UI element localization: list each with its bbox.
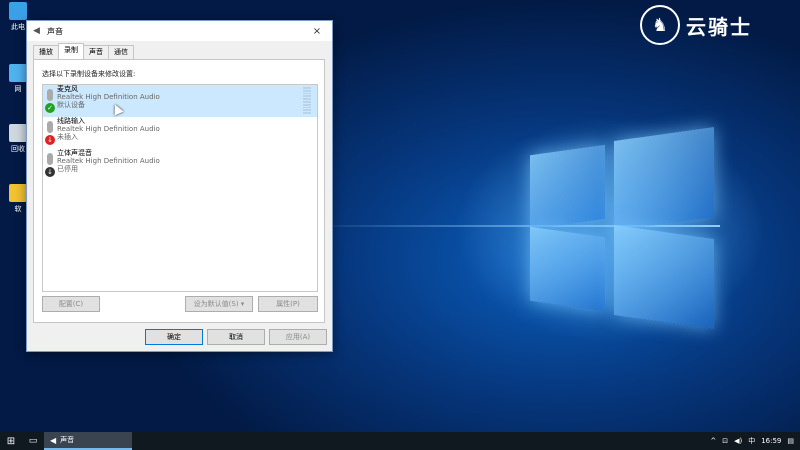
logo-pane-bottom-right (614, 224, 714, 330)
recycle-bin-icon (9, 124, 27, 142)
taskbar-item-label: 声音 (60, 436, 75, 444)
set-default-button[interactable]: 设为默认值(S) ▾ (185, 296, 253, 312)
volume-icon[interactable]: ◀) (734, 437, 742, 445)
device-item-line-in[interactable]: ↓ 线路输入 Realtek High Definition Audio 未插入 (43, 117, 317, 149)
arrow-down-black-icon: ↓ (45, 167, 55, 177)
start-button[interactable]: ⊞ (0, 432, 22, 450)
recording-panel: 选择以下录制设备来修改设置: ✓ 麦克风 Realtek High Defini… (33, 59, 325, 323)
stereo-mix-icon: ↓ (45, 153, 55, 177)
software-icon (9, 184, 27, 202)
watermark-text: 云骑士 (686, 14, 752, 39)
cancel-button[interactable]: 取消 (207, 329, 265, 345)
level-meter (303, 87, 311, 114)
dialog-title: 声音 (47, 26, 63, 36)
device-item-microphone[interactable]: ✓ 麦克风 Realtek High Definition Audio 默认设备 (43, 85, 317, 117)
check-icon: ✓ (45, 103, 55, 113)
tab-recording[interactable]: 录制 (58, 43, 84, 60)
ime-indicator[interactable]: 中 (748, 436, 755, 446)
network-icon[interactable]: ⊡ (722, 437, 728, 445)
close-button[interactable]: × (308, 26, 326, 37)
tab-sounds[interactable]: 声音 (83, 45, 109, 59)
watermark: ♞ 云骑士 (640, 4, 752, 46)
device-name: 立体声混音 (57, 149, 92, 157)
clock[interactable]: 16:59 (761, 437, 781, 445)
apply-button[interactable]: 应用(A) (269, 329, 327, 345)
logo-pane-bottom-left (530, 226, 605, 312)
configure-button[interactable]: 配置(C) (42, 296, 100, 312)
dialog-buttons: 确定 取消 应用(A) (27, 327, 332, 345)
tray-chevron-icon[interactable]: ^ (710, 437, 716, 445)
line-in-icon: ↓ (45, 121, 55, 145)
taskbar-item-sound[interactable]: ◀ 声音 (44, 432, 132, 450)
tab-playback[interactable]: 播放 (33, 45, 59, 59)
device-description: Realtek High Definition Audio (57, 157, 160, 165)
sound-dialog: ◀ 声音 × 播放 录制 声音 通信 选择以下录制设备来修改设置: ✓ 麦克风 … (26, 20, 333, 352)
panel-buttons: 配置(C) 设为默认值(S) ▾ 属性(P) (42, 296, 318, 312)
device-state: 默认设备 (57, 101, 85, 109)
speaker-icon: ◀ (33, 26, 40, 36)
properties-button[interactable]: 属性(P) (258, 296, 318, 312)
knight-logo-icon: ♞ (640, 5, 680, 45)
taskbar: ⊞ ▭ ◀ 声音 ^ ⊡ ◀) 中 16:59 ▤ (0, 432, 800, 450)
device-name: 麦克风 (57, 85, 78, 93)
instruction-text: 选择以下录制设备来修改设置: (42, 70, 136, 78)
arrow-down-red-icon: ↓ (45, 135, 55, 145)
device-state: 已停用 (57, 165, 78, 173)
network-icon (9, 64, 27, 82)
device-description: Realtek High Definition Audio (57, 93, 160, 101)
logo-pane-top-right (614, 126, 714, 232)
microphone-icon: ✓ (45, 89, 55, 113)
notification-icon[interactable]: ▤ (787, 437, 794, 445)
task-view-button[interactable]: ▭ (22, 432, 44, 450)
logo-pane-top-left (530, 144, 605, 230)
device-list[interactable]: ✓ 麦克风 Realtek High Definition Audio 默认设备… (42, 84, 318, 292)
device-name: 线路输入 (57, 117, 85, 125)
system-tray: ^ ⊡ ◀) 中 16:59 ▤ (710, 432, 794, 450)
speaker-icon: ◀ (50, 435, 57, 445)
tab-strip: 播放 录制 声音 通信 (33, 43, 134, 60)
ok-button[interactable]: 确定 (145, 329, 203, 345)
light-beam (300, 225, 720, 227)
tab-communications[interactable]: 通信 (108, 45, 134, 59)
title-bar[interactable]: ◀ 声音 × (27, 21, 332, 41)
device-description: Realtek High Definition Audio (57, 125, 160, 133)
device-state: 未插入 (57, 133, 78, 141)
this-pc-icon (9, 2, 27, 20)
device-item-stereo-mix[interactable]: ↓ 立体声混音 Realtek High Definition Audio 已停… (43, 149, 317, 181)
